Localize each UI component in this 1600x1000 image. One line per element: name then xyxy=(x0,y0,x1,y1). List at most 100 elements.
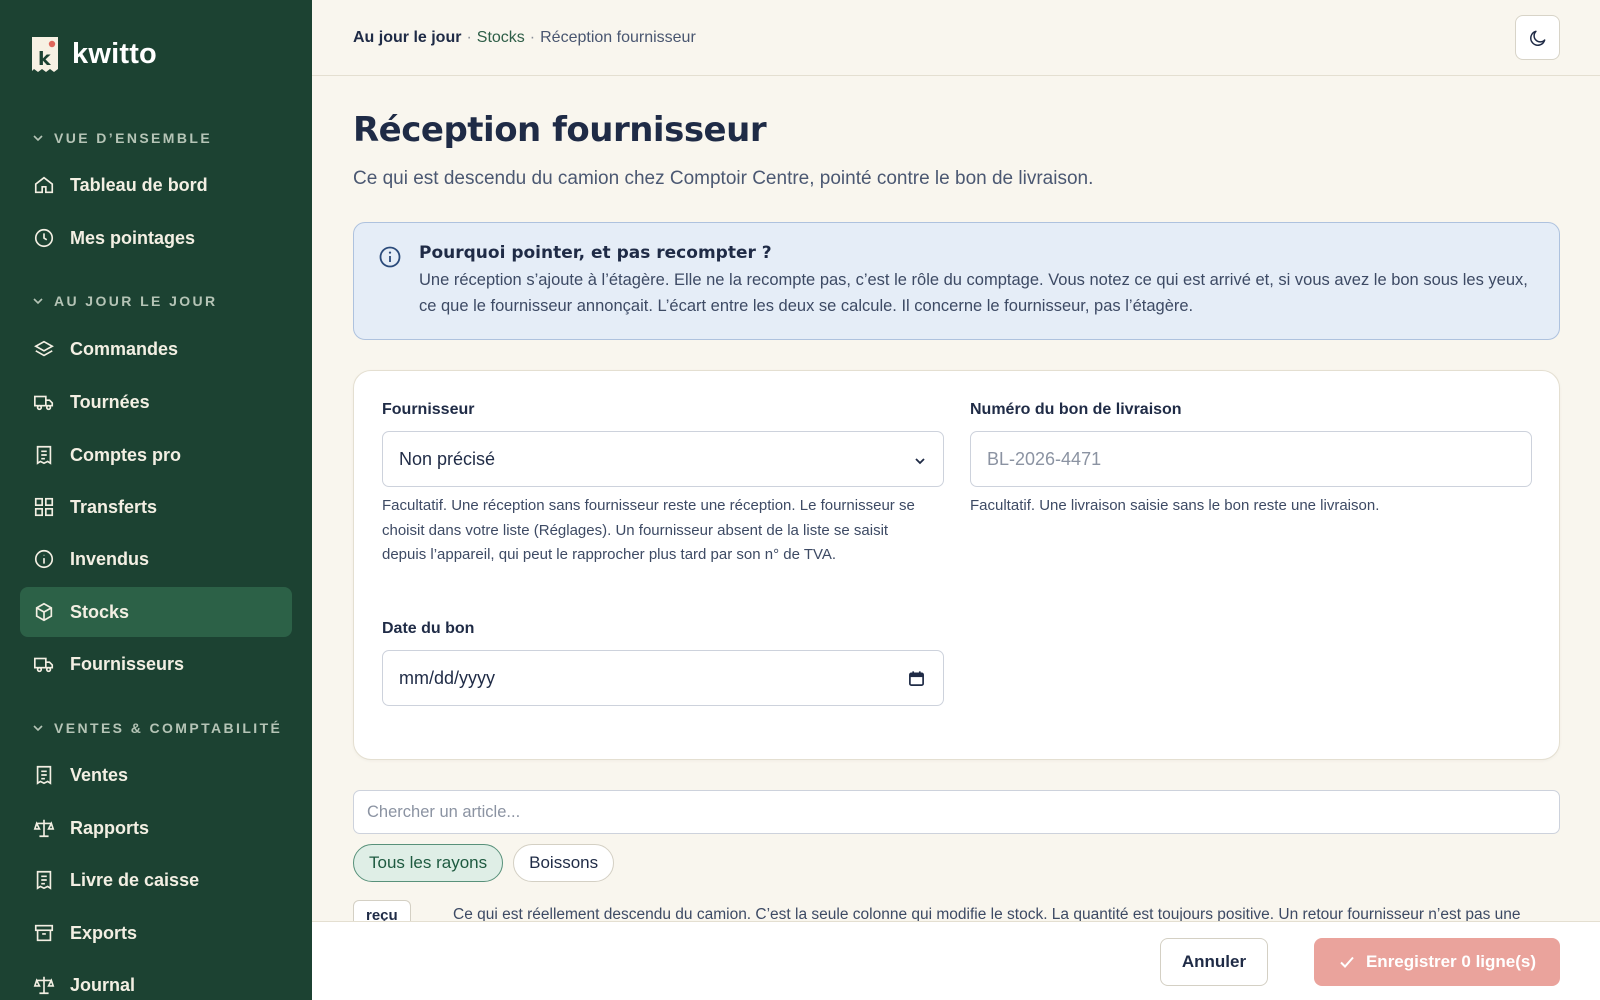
chevron-down-icon xyxy=(33,725,43,732)
breadcrumb-current: Réception fournisseur xyxy=(540,28,696,46)
main-content: Réception fournisseur Ce qui est descend… xyxy=(353,76,1560,930)
sidebar-item-mes-pointages[interactable]: Mes pointages xyxy=(20,213,292,263)
info-icon xyxy=(33,548,55,570)
nav-section-daily[interactable]: AU JOUR LE JOUR xyxy=(0,289,218,313)
delivery-note-placeholder: BL-2026-4471 xyxy=(987,448,1102,469)
sidebar-item-label: Ventes xyxy=(70,764,129,785)
archive-icon xyxy=(33,922,55,944)
sidebar-item-label: Tableau de bord xyxy=(70,174,208,195)
clock-icon xyxy=(33,227,55,249)
nav-section-title: AU JOUR LE JOUR xyxy=(54,293,218,309)
moon-icon xyxy=(1529,30,1545,46)
scale-icon xyxy=(33,974,55,996)
sidebar-item-comptes-pro[interactable]: Comptes pro xyxy=(20,430,292,480)
breadcrumb-separator: · xyxy=(529,28,536,46)
info-text-line: Une réception s’ajoute à l’étagère. Elle… xyxy=(419,271,1528,289)
nav-section-sales[interactable]: VENTES & COMPTABILITÉ xyxy=(0,716,282,740)
info-text: Une réception s’ajoute à l’étagère. Elle… xyxy=(419,267,1535,319)
sidebar-item-label: Exports xyxy=(70,922,138,943)
article-search-placeholder: Chercher un article... xyxy=(367,802,521,821)
save-button-label: Enregistrer 0 ligne(s) xyxy=(1365,952,1537,971)
sidebar-item-commandes[interactable]: Commandes xyxy=(20,324,292,374)
date-input-placeholder: mm/dd/yyyy xyxy=(399,667,496,688)
sidebar-item-label: Invendus xyxy=(70,548,150,569)
supplier-hint-line: Facultatif. Une réception sans fournisse… xyxy=(382,497,915,514)
sidebar-item-label: Livre de caisse xyxy=(70,869,200,890)
save-button[interactable]: Enregistrer 0 ligne(s) xyxy=(1314,938,1560,986)
supplier-hint: Facultatif. Une réception sans fournisse… xyxy=(382,494,944,568)
svg-text:k: k xyxy=(38,48,51,70)
info-callout: Pourquoi pointer, et pas recompter ? Une… xyxy=(353,222,1560,340)
supplier-label: Fournisseur xyxy=(382,401,475,418)
app-name: kwitto xyxy=(72,37,157,70)
breadcrumb-section[interactable]: Stocks xyxy=(477,29,525,46)
theme-toggle-button[interactable] xyxy=(1515,15,1560,60)
sidebar-item-transferts[interactable]: Transferts xyxy=(20,482,292,532)
sidebar-item-label: Fournisseurs xyxy=(70,653,185,674)
home-icon xyxy=(33,174,55,196)
brand[interactable]: k kwitto xyxy=(0,26,312,82)
sidebar-item-label: Tournées xyxy=(70,391,150,412)
sidebar-item-label: Mes pointages xyxy=(70,227,196,248)
sidebar-item-exports[interactable]: Exports xyxy=(20,908,292,958)
nav-section-overview[interactable]: VUE D’ENSEMBLE xyxy=(0,126,212,150)
nav-section-title: VUE D’ENSEMBLE xyxy=(54,130,213,146)
sidebar-item-ventes[interactable]: Ventes xyxy=(20,750,292,800)
receipt-icon xyxy=(33,444,55,466)
topbar: Au jour le jour · Stocks · Réception fournis… xyxy=(312,0,1600,76)
date-input[interactable]: mm/dd/yyyy xyxy=(382,650,944,706)
grid-icon xyxy=(33,496,55,518)
supplier-hint-line: depuis l’appareil, qui peut le rapproche… xyxy=(382,546,837,563)
sidebar-item-label: Comptes pro xyxy=(70,444,182,465)
chip-all-departments[interactable]: Tous les rayons xyxy=(353,844,504,882)
cancel-button[interactable]: Annuler xyxy=(1160,938,1268,986)
chevron-down-icon xyxy=(33,298,43,305)
truck-icon xyxy=(33,653,55,675)
truck-icon xyxy=(33,391,55,413)
receipt-icon xyxy=(33,869,55,891)
sidebar-item-label: Transferts xyxy=(70,496,158,517)
delivery-note-label: Numéro du bon de livraison xyxy=(970,401,1182,418)
chevron-down-icon xyxy=(33,135,43,142)
article-search-input[interactable]: Chercher un article... xyxy=(353,790,1560,834)
sidebar-item-label: Rapports xyxy=(70,817,150,838)
receipt-icon xyxy=(33,764,55,786)
sidebar-item-invendus[interactable]: Invendus xyxy=(20,534,292,584)
supplier-select[interactable]: Non précisé xyxy=(382,431,944,487)
reception-form-card: Fournisseur Non précisé Facultatif. Une … xyxy=(353,370,1560,760)
sidebar-item-label: Journal xyxy=(70,974,136,995)
sidebar-item-livre-de-caisse[interactable]: Livre de caisse xyxy=(20,855,292,905)
kwitto-logo-icon: k xyxy=(30,35,60,73)
nav-section-title: VENTES & COMPTABILITÉ xyxy=(54,720,283,736)
date-label: Date du bon xyxy=(382,620,475,637)
action-footer: Annuler Enregistrer 0 ligne(s) xyxy=(312,921,1600,1000)
chip-boissons[interactable]: Boissons xyxy=(513,844,615,882)
check-icon xyxy=(1340,956,1354,968)
info-text-line: ce que le fournisseur annonçait. L’écart… xyxy=(419,297,1194,315)
breadcrumb: Au jour le jour · Stocks · Réception fournis… xyxy=(353,29,696,47)
sidebar-item-tournees[interactable]: Tournées xyxy=(20,377,292,427)
calendar-icon[interactable] xyxy=(908,670,925,687)
box-icon xyxy=(33,601,55,623)
department-filters: Tous les rayons Boissons xyxy=(353,844,1560,882)
delivery-note-hint: Facultatif. Une livraison saisie sans le… xyxy=(970,497,1380,514)
page-subtitle: Ce qui est descendu du camion chez Compt… xyxy=(353,168,1094,189)
supplier-hint-line: choisit dans votre liste (Réglages). Un … xyxy=(382,521,889,539)
layers-icon xyxy=(33,338,55,360)
chevron-down-icon xyxy=(915,458,925,465)
info-title: Pourquoi pointer, et pas recompter ? xyxy=(419,243,772,263)
scale-icon xyxy=(33,817,55,839)
sidebar-item-tableau-de-bord[interactable]: Tableau de bord xyxy=(20,160,292,210)
sidebar-item-rapports[interactable]: Rapports xyxy=(20,803,292,853)
sidebar-item-stocks[interactable]: Stocks xyxy=(20,587,292,637)
breadcrumb-root[interactable]: Au jour le jour xyxy=(353,29,461,46)
supplier-select-value: Non précisé xyxy=(399,448,496,469)
info-icon xyxy=(379,246,401,268)
sidebar-item-label: Commandes xyxy=(70,338,179,359)
delivery-note-input[interactable]: BL-2026-4471 xyxy=(970,431,1532,487)
sidebar-item-journal[interactable]: Journal xyxy=(20,960,292,1000)
sidebar-item-label: Stocks xyxy=(70,601,130,622)
sidebar-item-fournisseurs[interactable]: Fournisseurs xyxy=(20,639,292,689)
page-title: Réception fournisseur xyxy=(353,110,767,150)
sidebar: k kwitto VUE D’ENSEMBLE Tableau de bord … xyxy=(0,0,312,1000)
